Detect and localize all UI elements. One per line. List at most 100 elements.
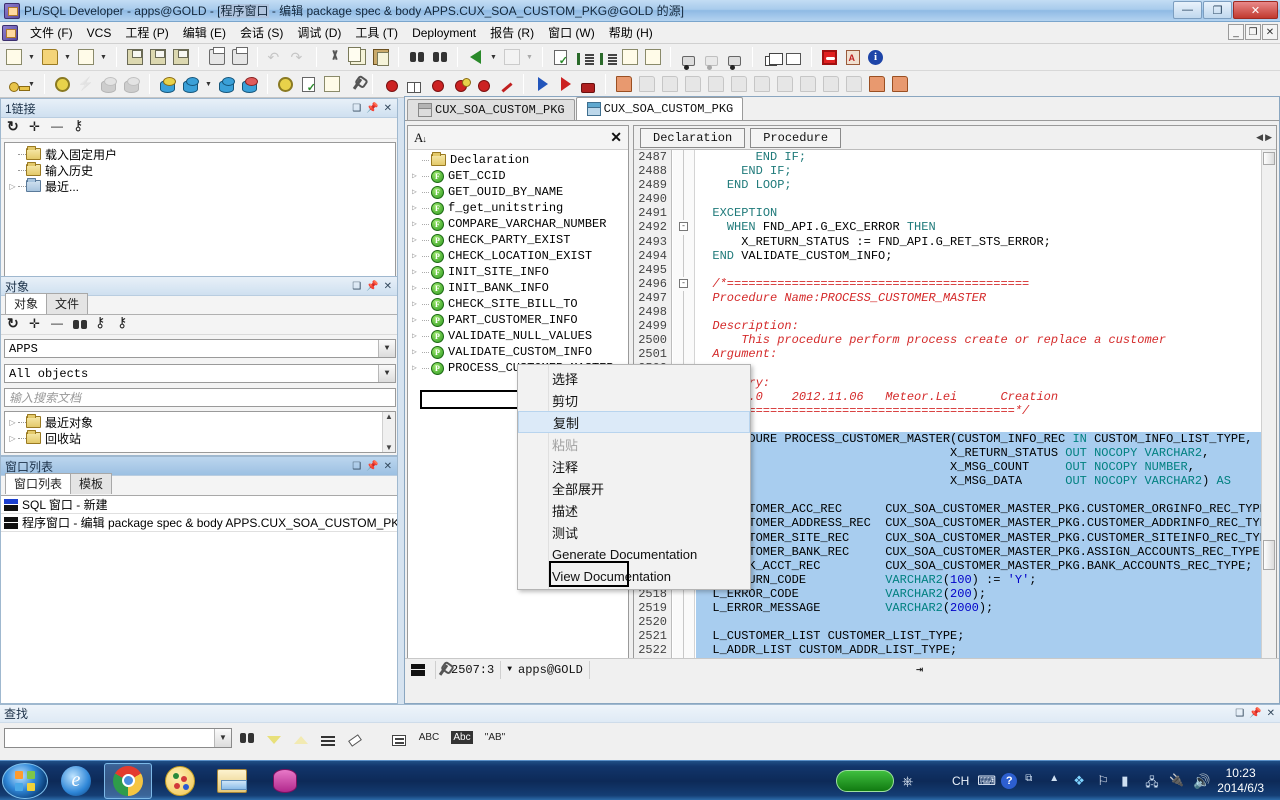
pin-icon[interactable]: 📌 bbox=[1249, 708, 1261, 719]
scroll-down-icon[interactable]: ▼ bbox=[385, 443, 393, 452]
nav-item-validate-custom-info[interactable]: ▷ P VALIDATE_CUSTOM_INFO bbox=[408, 344, 628, 360]
fold-cell[interactable] bbox=[673, 615, 694, 630]
ctx-describe[interactable]: 描述 bbox=[518, 499, 750, 521]
deploy11-button[interactable] bbox=[842, 73, 865, 96]
maximize-icon[interactable]: ❑ bbox=[352, 461, 361, 472]
code-line[interactable] bbox=[696, 361, 1276, 375]
find-prev-button[interactable] bbox=[289, 727, 313, 749]
pin-icon[interactable]: 📌 bbox=[366, 461, 378, 472]
logon-dropdown[interactable]: ▼ bbox=[25, 73, 38, 96]
expander-icon[interactable]: ▷ bbox=[412, 171, 422, 181]
tree-item-recent[interactable]: ▷ 最近... bbox=[5, 178, 395, 194]
fold-cell[interactable] bbox=[673, 305, 694, 320]
mdi-close-button[interactable]: ✕ bbox=[1262, 24, 1278, 40]
schema-select[interactable]: APPS ▼ bbox=[4, 339, 396, 358]
run-button[interactable] bbox=[530, 73, 553, 96]
menu-session[interactable]: 会话 (S) bbox=[233, 22, 290, 43]
plug-icon[interactable]: 🔌 bbox=[1169, 773, 1185, 789]
deploy8-button[interactable] bbox=[773, 73, 796, 96]
code-line[interactable]: END IF; bbox=[696, 164, 1276, 178]
clear-highlight-button[interactable] bbox=[343, 727, 367, 749]
objects-tree[interactable]: ▷ 最近对象 ▷ 回收站 ▲ ▼ bbox=[4, 411, 396, 453]
find-next-button[interactable] bbox=[262, 727, 286, 749]
code-line[interactable]: END IF; bbox=[696, 150, 1276, 164]
window-list[interactable]: SQL 窗口 - 新建 程序窗口 - 编辑 package spec & bod… bbox=[1, 495, 397, 703]
maximize-button[interactable]: ❐ bbox=[1203, 1, 1232, 19]
tab-files[interactable]: 文件 bbox=[46, 293, 89, 314]
code-line[interactable] bbox=[696, 615, 1276, 630]
deploy3-button[interactable] bbox=[658, 73, 681, 96]
taskbar-plsql-developer[interactable] bbox=[260, 763, 308, 799]
fold-cell[interactable] bbox=[673, 333, 694, 348]
taskbar-chrome[interactable] bbox=[104, 762, 152, 799]
tree-item-recent-objects[interactable]: ▷ 最近对象 bbox=[5, 414, 395, 430]
code-line[interactable]: END VALIDATE_CUSTOM_INFO; bbox=[696, 249, 1276, 263]
scroll-left-icon[interactable]: ◀ bbox=[1256, 132, 1263, 143]
volume-icon[interactable]: 🔊 bbox=[1193, 773, 1210, 789]
fold-cell[interactable] bbox=[673, 234, 694, 249]
chevron-down-icon[interactable]: ▼ bbox=[378, 365, 395, 382]
fold-cell[interactable]: - bbox=[673, 277, 694, 291]
deploy2-button[interactable] bbox=[635, 73, 658, 96]
nav-item-declaration[interactable]: Declaration bbox=[408, 152, 628, 168]
menu-deployment[interactable]: Deployment bbox=[405, 24, 483, 42]
taskbar-internet-explorer[interactable]: e bbox=[52, 763, 100, 799]
fold-cell[interactable] bbox=[673, 290, 694, 305]
mdi-restore-button[interactable]: ❐ bbox=[1245, 24, 1261, 40]
sort-alphabetical-icon[interactable]: A↓ bbox=[414, 130, 427, 146]
mdi-minimize-button[interactable]: _ bbox=[1228, 24, 1244, 40]
code-line[interactable]: 1.0 2012.11.06 Meteor.Lei Creation bbox=[696, 390, 1276, 404]
fold-cell[interactable] bbox=[673, 164, 694, 179]
browser-button[interactable] bbox=[274, 73, 297, 96]
chevron-down-icon[interactable]: ▼ bbox=[507, 665, 512, 674]
network-status-icon[interactable]: 🖧 bbox=[1145, 773, 1161, 789]
close-icon[interactable]: ✕ bbox=[384, 103, 392, 114]
deploy9-button[interactable] bbox=[796, 73, 819, 96]
break-button[interactable]: ⚡ bbox=[74, 73, 97, 96]
code-line[interactable]: WHEN FND_API.G_EXC_ERROR THEN bbox=[696, 220, 1276, 234]
start-button[interactable] bbox=[2, 762, 48, 799]
scroll-up-icon[interactable]: ▲ bbox=[385, 412, 393, 421]
code-line[interactable]: L_CUSTOMER_LIST CUSTOMER_LIST_TYPE; bbox=[696, 629, 1276, 644]
tray-green-pill-icon[interactable] bbox=[835, 769, 894, 792]
code-line[interactable]: L_CUSTOMER_ADDRESS_REC CUX_SOA_CUSTOMER_… bbox=[696, 516, 1276, 531]
menu-edit[interactable]: 编辑 (E) bbox=[176, 22, 233, 43]
new-window-button[interactable] bbox=[2, 46, 25, 69]
sql-window-button[interactable] bbox=[156, 73, 179, 96]
flag-icon[interactable]: ⚐ bbox=[1097, 773, 1113, 789]
new-sql-dropdown[interactable]: ▼ bbox=[202, 73, 215, 96]
new-sql-button[interactable] bbox=[179, 73, 202, 96]
fold-cell[interactable] bbox=[673, 629, 694, 644]
expander-icon[interactable]: ▷ bbox=[7, 418, 18, 427]
print-button[interactable] bbox=[205, 46, 228, 69]
cascade-windows-button[interactable] bbox=[759, 46, 783, 69]
nav-item-compare-varchar-number[interactable]: ▷ F COMPARE_VARCHAR_NUMBER bbox=[408, 216, 628, 232]
previous-button[interactable] bbox=[464, 46, 487, 69]
tab-objects[interactable]: 对象 bbox=[5, 293, 48, 314]
code-line[interactable]: History: bbox=[696, 376, 1276, 390]
new-window-dropdown[interactable]: ▼ bbox=[25, 46, 38, 69]
usb-safely-remove-icon[interactable]: ▮ bbox=[1121, 773, 1137, 789]
deploy6-button[interactable] bbox=[727, 73, 750, 96]
deploy-button[interactable] bbox=[612, 73, 635, 96]
ctx-comment[interactable]: 注释 bbox=[518, 455, 750, 477]
code-line[interactable] bbox=[696, 192, 1276, 206]
find-next-button[interactable] bbox=[428, 46, 451, 69]
expander-icon[interactable]: ▷ bbox=[7, 434, 18, 443]
refresh-icon[interactable] bbox=[7, 315, 21, 332]
code-line[interactable]: END LOOP; bbox=[696, 178, 1276, 192]
code-vertical-scrollbar[interactable] bbox=[1261, 150, 1276, 675]
fold-cell[interactable] bbox=[673, 643, 694, 658]
nav-item-check-site-bill-to[interactable]: ▷ F CHECK_SITE_BILL_TO bbox=[408, 296, 628, 312]
code-line[interactable]: Description: bbox=[696, 319, 1276, 333]
expander-icon[interactable]: ▷ bbox=[412, 331, 422, 341]
paste-button[interactable] bbox=[369, 46, 392, 69]
fold-cell[interactable] bbox=[673, 319, 694, 334]
add-breakpoint-button[interactable] bbox=[379, 73, 402, 96]
deploy-config-button[interactable] bbox=[888, 73, 911, 96]
redo-button[interactable]: ↷ bbox=[287, 46, 310, 69]
close-icon[interactable]: ✕ bbox=[1267, 708, 1275, 719]
menu-project[interactable]: 工程 (P) bbox=[118, 22, 175, 43]
code-line[interactable]: L_CUSTOMER_SITE_REC CUX_SOA_CUSTOMER_MAS… bbox=[696, 530, 1276, 545]
code-line[interactable] bbox=[696, 418, 1276, 432]
